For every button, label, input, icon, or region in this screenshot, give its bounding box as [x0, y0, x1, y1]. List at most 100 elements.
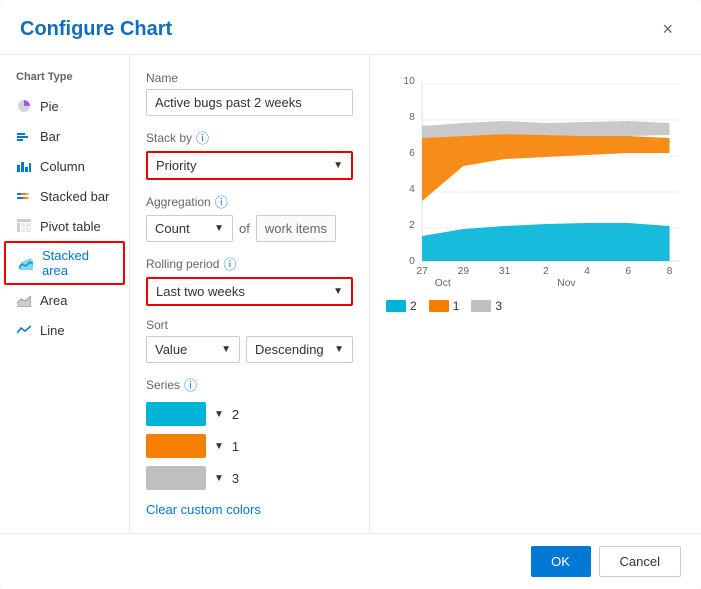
series-label-2: 3 [232, 471, 239, 486]
sort-field-group: Sort Value Label ▼ Descending Ascending [146, 318, 353, 363]
legend-item-1: 1 [429, 299, 460, 313]
sort-direction-wrapper: Descending Ascending ▼ [246, 336, 353, 363]
stacked-bar-icon [16, 188, 32, 204]
rolling-period-label: Rolling period ⓘ [146, 254, 353, 273]
clear-custom-colors-link[interactable]: Clear custom colors [146, 502, 261, 517]
series-swatch-caret-2[interactable]: ▼ [214, 473, 224, 484]
aggregation-info-icon[interactable]: ⓘ [215, 192, 228, 211]
sidebar-item-bar[interactable]: Bar [0, 121, 129, 151]
close-button[interactable]: × [654, 16, 681, 42]
sidebar-item-column[interactable]: Column [0, 151, 129, 181]
chart-svg: 0 2 4 6 8 10 27 [386, 71, 685, 291]
sidebar-item-stacked-bar-label: Stacked bar [40, 189, 109, 204]
sidebar-item-stacked-area-label: Stacked area [42, 248, 111, 278]
aggregation-select[interactable]: Count Sum Average [147, 216, 232, 241]
stacked-area-icon [18, 255, 34, 271]
ok-button[interactable]: OK [531, 546, 591, 577]
legend-swatch-1 [429, 300, 449, 312]
aggregation-label: Aggregation ⓘ [146, 192, 353, 211]
series-section: Series ⓘ ▼ 2 ▼ 1 ▼ 3 C [146, 375, 353, 517]
series-label-1: 1 [232, 439, 239, 454]
sidebar-item-pie-label: Pie [40, 99, 59, 114]
dialog-footer: OK Cancel [0, 533, 701, 589]
stack-by-select-wrapper: Priority State Area ▼ [146, 151, 353, 180]
chart-type-sidebar: Chart Type Pie [0, 55, 130, 533]
sort-label: Sort [146, 318, 353, 332]
rolling-period-info-icon[interactable]: ⓘ [223, 254, 236, 273]
stack-by-select[interactable]: Priority State Area [148, 153, 351, 178]
sidebar-item-area-label: Area [40, 293, 67, 308]
svg-text:31: 31 [499, 266, 511, 277]
config-panel: Name Stack by ⓘ Priority State Area ▼ [130, 55, 370, 533]
legend-swatch-3 [471, 300, 491, 312]
aggregation-row: Count Sum Average ▼ of work items [146, 215, 353, 242]
sidebar-item-area[interactable]: Area [0, 285, 129, 315]
of-text: of [239, 221, 250, 236]
sort-direction-select[interactable]: Descending Ascending [247, 337, 352, 362]
svg-text:2: 2 [543, 266, 549, 277]
configure-chart-dialog: Configure Chart × Chart Type Pie [0, 0, 701, 589]
legend-label-1: 1 [453, 299, 460, 313]
stack-by-info-icon[interactable]: ⓘ [196, 128, 209, 147]
stack-by-label: Stack by ⓘ [146, 128, 353, 147]
svg-text:8: 8 [667, 266, 673, 277]
series-color-swatch-0[interactable] [146, 402, 206, 426]
svg-text:4: 4 [584, 266, 590, 277]
series-label-0: 2 [232, 407, 239, 422]
svg-text:6: 6 [625, 266, 631, 277]
legend-item-3: 3 [471, 299, 502, 313]
series-header: Series ⓘ [146, 375, 353, 394]
legend-item-2: 2 [386, 299, 417, 313]
sidebar-item-stacked-area[interactable]: Stacked area [4, 241, 125, 285]
series-swatch-caret-1[interactable]: ▼ [214, 441, 224, 452]
series-item-2: ▼ 3 [146, 466, 353, 490]
svg-text:Nov: Nov [557, 278, 576, 289]
dialog-title: Configure Chart [20, 18, 172, 41]
rolling-period-select-wrapper: Last two weeks Last week Last month ▼ [146, 277, 353, 306]
series-item-0: ▼ 2 [146, 402, 353, 426]
work-items-box: work items [256, 215, 336, 242]
pivot-icon [16, 218, 32, 234]
dialog-header: Configure Chart × [0, 0, 701, 55]
name-field-group: Name [146, 71, 353, 116]
svg-text:29: 29 [458, 266, 470, 277]
svg-text:0: 0 [409, 256, 415, 267]
svg-text:6: 6 [409, 148, 415, 159]
dialog-body: Chart Type Pie [0, 55, 701, 533]
legend-label-2: 2 [410, 299, 417, 313]
svg-text:8: 8 [409, 112, 415, 123]
legend-swatch-2 [386, 300, 406, 312]
sort-value-select[interactable]: Value Label [147, 337, 239, 362]
aggregation-select-wrapper: Count Sum Average ▼ [146, 215, 233, 242]
series-color-swatch-2[interactable] [146, 466, 206, 490]
chart-type-label: Chart Type [0, 71, 129, 91]
name-label: Name [146, 71, 353, 85]
chart-panel: 0 2 4 6 8 10 27 [370, 55, 701, 533]
series-color-swatch-1[interactable] [146, 434, 206, 458]
series-info-icon[interactable]: ⓘ [184, 375, 197, 394]
stack-by-field-group: Stack by ⓘ Priority State Area ▼ [146, 128, 353, 180]
sidebar-item-line-label: Line [40, 323, 65, 338]
column-icon [16, 158, 32, 174]
svg-text:2: 2 [409, 220, 415, 231]
series-swatch-caret-0[interactable]: ▼ [214, 409, 224, 420]
rolling-period-select[interactable]: Last two weeks Last week Last month [148, 279, 351, 304]
name-input[interactable] [146, 89, 353, 116]
sidebar-item-line[interactable]: Line [0, 315, 129, 345]
area-icon [16, 292, 32, 308]
sidebar-item-pie[interactable]: Pie [0, 91, 129, 121]
sidebar-item-column-label: Column [40, 159, 85, 174]
sort-row: Value Label ▼ Descending Ascending ▼ [146, 336, 353, 363]
cancel-button[interactable]: Cancel [599, 546, 681, 577]
series-item-1: ▼ 1 [146, 434, 353, 458]
svg-text:Oct: Oct [435, 278, 451, 289]
line-icon [16, 322, 32, 338]
rolling-period-field-group: Rolling period ⓘ Last two weeks Last wee… [146, 254, 353, 306]
sidebar-item-stacked-bar[interactable]: Stacked bar [0, 181, 129, 211]
bar-icon [16, 128, 32, 144]
svg-text:4: 4 [409, 184, 415, 195]
svg-text:27: 27 [416, 266, 428, 277]
sidebar-item-pivot-label: Pivot table [40, 219, 101, 234]
sidebar-item-pivot-table[interactable]: Pivot table [0, 211, 129, 241]
legend-label-3: 3 [495, 299, 502, 313]
